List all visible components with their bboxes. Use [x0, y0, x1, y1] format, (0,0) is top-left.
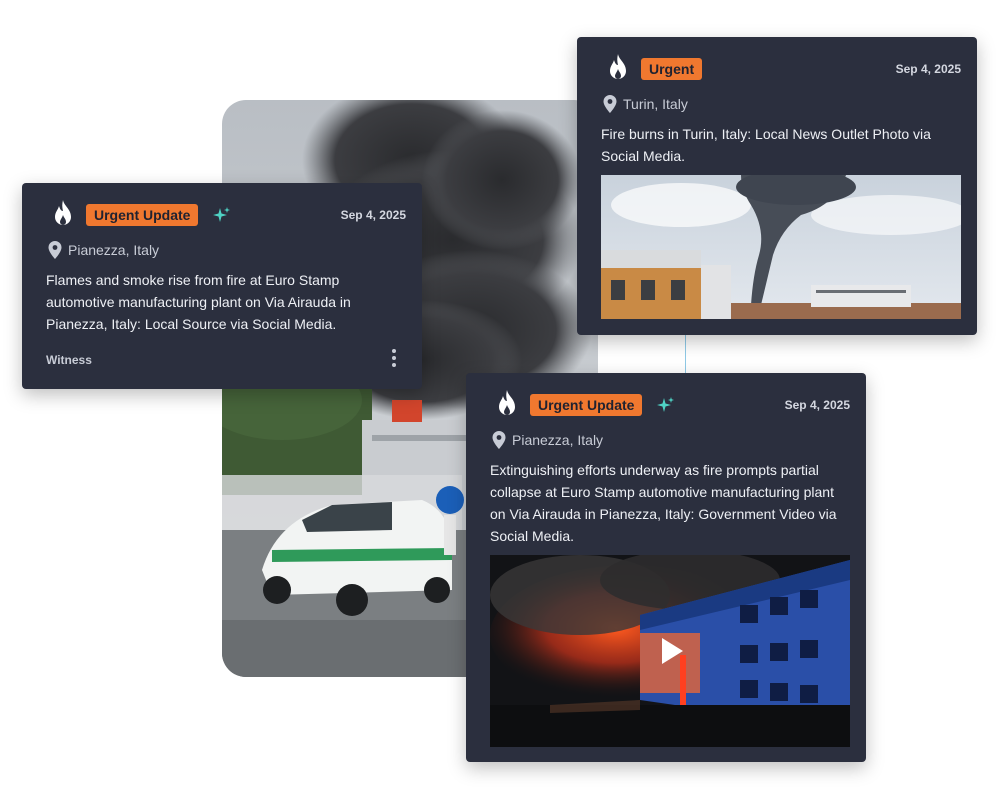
location-label: Pianezza, Italy [512, 432, 604, 448]
map-pin-icon [48, 241, 62, 259]
card-description: Fire burns in Turin, Italy: Local News O… [601, 126, 931, 164]
card-date: Sep 4, 2025 [340, 208, 406, 222]
update-card-3[interactable]: Urgent Update Sep 4, 2025 Pianezza, Ital… [466, 373, 866, 762]
flame-icon [499, 390, 515, 415]
card-description: Extinguishing efforts underway as fire p… [490, 462, 837, 544]
location-label: Pianezza, Italy [68, 242, 160, 258]
sparkle-icon [657, 397, 674, 412]
update-card-1[interactable]: Urgent Update Sep 4, 2025 Pianezza, Ital… [22, 183, 422, 389]
urgency-badge: Urgent Update [530, 394, 643, 416]
source-label: Witness [46, 353, 92, 367]
urgency-badge: Urgent [641, 58, 703, 80]
card-video[interactable] [490, 555, 850, 747]
urgency-badge: Urgent Update [86, 204, 199, 226]
location-label: Turin, Italy [623, 96, 688, 112]
update-card-2[interactable]: Urgent Sep 4, 2025 Turin, Italy Fire bur… [577, 37, 977, 335]
map-pin-icon [603, 95, 617, 113]
card-description: Flames and smoke rise from fire at Euro … [46, 272, 351, 332]
connector-line [685, 334, 686, 374]
flame-icon [55, 200, 71, 225]
card-date: Sep 4, 2025 [784, 398, 850, 412]
card-date: Sep 4, 2025 [895, 62, 961, 76]
kebab-menu-icon[interactable] [390, 349, 398, 367]
card-header: Urgent Update Sep 4, 2025 [46, 199, 406, 229]
card-photo[interactable] [601, 175, 961, 319]
map-pin-icon [492, 431, 506, 449]
card-header: Urgent Sep 4, 2025 [601, 53, 961, 83]
turin-smoke-image [601, 175, 961, 319]
card-header: Urgent Update Sep 4, 2025 [490, 389, 850, 419]
sparkle-icon [213, 207, 230, 222]
play-icon[interactable] [660, 637, 684, 665]
flame-icon [610, 54, 626, 79]
